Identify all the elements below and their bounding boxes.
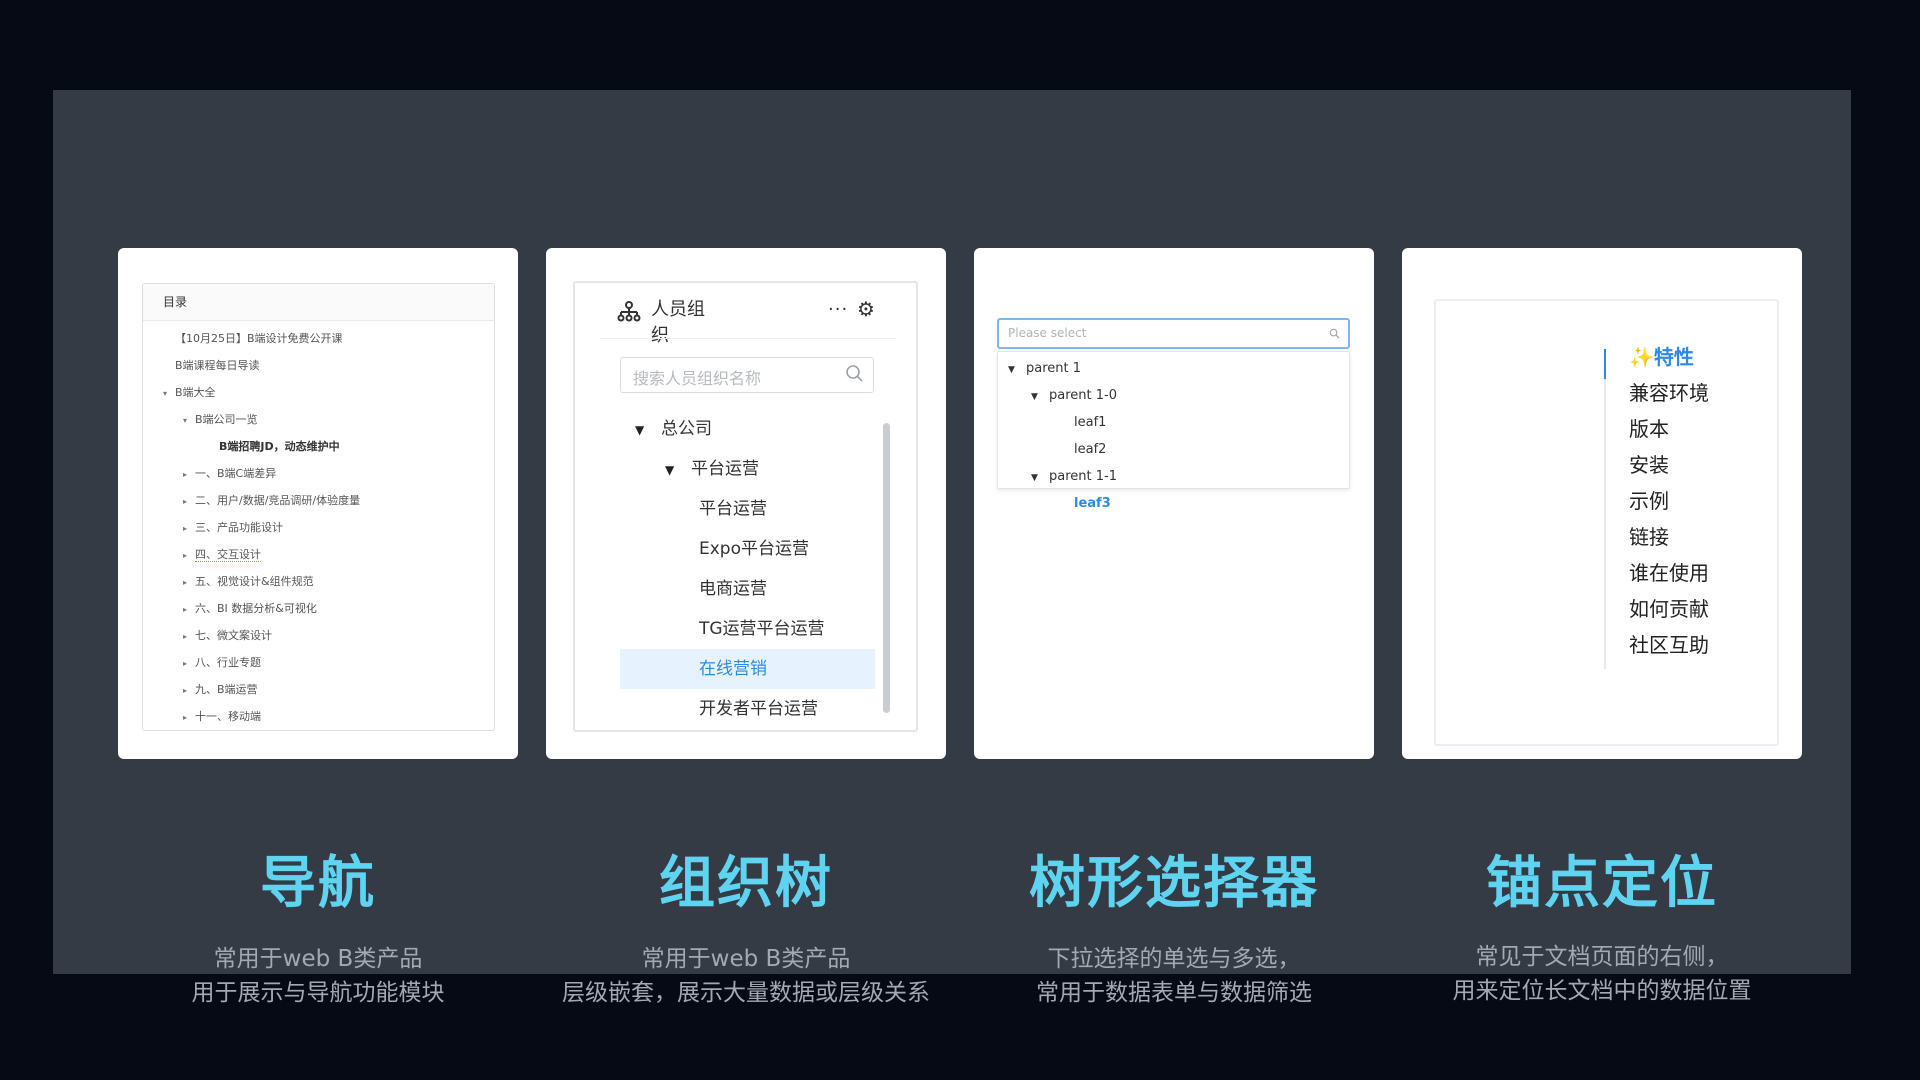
caret-right-icon[interactable]: ▸ xyxy=(183,493,195,511)
caret-right-icon[interactable]: ▸ xyxy=(183,466,195,484)
navigation-header: 目录 xyxy=(143,284,494,321)
caret-right-icon[interactable]: ▸ xyxy=(183,628,195,646)
nav-item[interactable]: 【10月25日】B端设计免费公开课 xyxy=(175,330,343,348)
org-tree-panel: 人员组织 ··· ⚙ 搜索人员组织名称 ▼ 总公司 ▼ 平台运营 平台运营 Expo… xyxy=(573,281,918,732)
nav-item[interactable]: ▸ 四、交互设计 xyxy=(183,546,261,564)
caption-line: 下拉选择的单选与多选， xyxy=(1047,946,1301,972)
anchor-link[interactable]: 安装 xyxy=(1629,451,1669,479)
caption-title: 导航 xyxy=(260,851,376,916)
nav-item[interactable]: ▸ 三、产品功能设计 xyxy=(183,519,283,537)
anchor-link[interactable]: 如何贡献 xyxy=(1629,595,1709,623)
caret-down-icon[interactable]: ▼ xyxy=(1008,359,1026,381)
caption-description: 常见于文档页面的右侧， 用来定位长文档中的数据位置 xyxy=(1402,940,1802,1008)
search-placeholder: 搜索人员组织名称 xyxy=(633,369,762,388)
caption-line: 常用于数据表单与数据筛选 xyxy=(1036,980,1312,1006)
tree-node[interactable]: leaf1 xyxy=(1074,412,1106,434)
anchor-link[interactable]: 示例 xyxy=(1629,487,1669,515)
navigation-tree: 目录 【10月25日】B端设计免费公开课 B端课程每日导读 ▾ B端大全 ▾ B端公… xyxy=(142,283,495,731)
nav-item[interactable]: ▸ 一、B端C端差异 xyxy=(183,465,276,483)
org-node[interactable]: TG运营平台运营 xyxy=(699,609,825,649)
org-node[interactable]: ▼ 总公司 xyxy=(635,409,712,449)
org-tree-title: 人员组织 xyxy=(651,299,705,346)
anchor-card: ✨特性 兼容环境 版本 安装 示例 链接 谁在使用 如何贡献 社区互助 xyxy=(1402,248,1802,759)
anchor-link[interactable]: 谁在使用 xyxy=(1629,559,1709,587)
org-node[interactable]: ▼ 平台运营 xyxy=(665,449,759,489)
anchor-link[interactable]: 链接 xyxy=(1629,523,1669,551)
org-node-selected[interactable]: 在线营销 xyxy=(699,649,767,689)
caption-description: 下拉选择的单选与多选， 常用于数据表单与数据筛选 xyxy=(974,942,1374,1010)
tree-node[interactable]: ▼ parent 1 xyxy=(1008,358,1081,380)
caption-line: 常用于web B类产品 xyxy=(641,946,851,972)
caret-down-icon[interactable]: ▼ xyxy=(1031,467,1049,489)
caret-down-icon[interactable]: ▼ xyxy=(635,410,661,450)
anchor-link[interactable]: 版本 xyxy=(1629,415,1669,443)
search-icon[interactable] xyxy=(845,364,865,384)
caret-right-icon[interactable]: ▸ xyxy=(183,520,195,538)
nav-item[interactable]: ▸ 七、微文案设计 xyxy=(183,627,272,645)
org-node[interactable]: Expo平台运营 xyxy=(699,529,809,569)
caption-description: 常用于web B类产品 层级嵌套，展示大量数据或层级关系 xyxy=(546,942,946,1010)
caption-title: 组织树 xyxy=(659,851,833,916)
caret-down-icon[interactable]: ▼ xyxy=(665,450,691,490)
anchor-link-active[interactable]: ✨特性 xyxy=(1629,343,1694,371)
tree-select-placeholder: Please select xyxy=(1008,326,1087,340)
nav-item[interactable]: ▸ 六、BI 数据分析&可视化 xyxy=(183,600,317,618)
caret-right-icon[interactable]: ▸ xyxy=(183,709,195,727)
caret-right-icon[interactable]: ▸ xyxy=(183,574,195,592)
divider xyxy=(600,338,896,339)
nav-item[interactable]: ▸ 五、视觉设计&组件规范 xyxy=(183,573,314,591)
caption-title: 锚点定位 xyxy=(1486,851,1718,916)
caret-right-icon[interactable]: ▸ xyxy=(183,655,195,673)
anchor-rail xyxy=(1604,349,1606,669)
search-icon xyxy=(1329,328,1340,339)
caret-right-icon[interactable]: ▸ xyxy=(183,601,195,619)
nav-item[interactable]: ▸ 八、行业专题 xyxy=(183,654,261,672)
org-tree-card: 人员组织 ··· ⚙ 搜索人员组织名称 ▼ 总公司 ▼ 平台运营 平台运营 Expo… xyxy=(546,248,946,759)
org-node[interactable]: 平台运营 xyxy=(699,489,767,529)
nav-item[interactable]: ▸ 十一、移动端 xyxy=(183,708,261,726)
nav-item[interactable]: ▾ B端大全 xyxy=(163,384,216,402)
tree-node[interactable]: ▼ parent 1-1 xyxy=(1031,466,1117,488)
nav-item-active[interactable]: B端招聘JD，动态维护中 xyxy=(219,438,340,456)
nav-item[interactable]: ▸ 九、B端运营 xyxy=(183,681,258,699)
caption-line: 常见于文档页面的右侧， xyxy=(1475,944,1729,970)
anchor-panel: ✨特性 兼容环境 版本 安装 示例 链接 谁在使用 如何贡献 社区互助 xyxy=(1434,299,1779,746)
caption-line: 用于展示与导航功能模块 xyxy=(191,980,445,1006)
org-node[interactable]: 电商运营 xyxy=(699,569,767,609)
caption-description: 常用于web B类产品 用于展示与导航功能模块 xyxy=(118,942,518,1010)
caption-title: 树形选择器 xyxy=(1029,851,1319,916)
tree-node[interactable]: leaf2 xyxy=(1074,439,1106,461)
tree-select-input[interactable]: Please select xyxy=(997,318,1350,349)
scrollbar-thumb[interactable] xyxy=(883,423,890,713)
org-node[interactable]: 开发者平台运营 xyxy=(699,689,818,729)
anchor-link[interactable]: 社区互助 xyxy=(1629,631,1709,659)
nav-item[interactable]: B端课程每日导读 xyxy=(175,357,260,375)
nav-item[interactable]: ▸ 二、用户/数据/竞品调研/体验度量 xyxy=(183,492,360,510)
caret-right-icon[interactable]: ▸ xyxy=(183,682,195,700)
tree-select-card: Please select ▼ parent 1 ▼ parent 1-0 leaf… xyxy=(974,248,1374,759)
tree-node[interactable]: ▼ parent 1-0 xyxy=(1031,385,1117,407)
more-icon[interactable]: ··· xyxy=(828,299,848,320)
caret-right-icon[interactable]: ▸ xyxy=(183,547,195,565)
tree-node-selected[interactable]: leaf3 xyxy=(1074,493,1111,515)
anchor-active-indicator xyxy=(1604,349,1606,379)
caret-down-icon[interactable]: ▼ xyxy=(1031,386,1049,408)
showcase-panel: 目录 【10月25日】B端设计免费公开课 B端课程每日导读 ▾ B端大全 ▾ B端公… xyxy=(53,90,1851,1006)
anchor-link[interactable]: 兼容环境 xyxy=(1629,379,1709,407)
navigation-card: 目录 【10月25日】B端设计免费公开课 B端课程每日导读 ▾ B端大全 ▾ B端公… xyxy=(118,248,518,759)
tree-select-dropdown: ▼ parent 1 ▼ parent 1-0 leaf1 leaf2 ▼ paren… xyxy=(997,351,1350,511)
caret-down-icon[interactable]: ▾ xyxy=(163,385,175,403)
gear-icon[interactable]: ⚙ xyxy=(857,297,875,321)
nav-item[interactable]: ▾ B端公司一览 xyxy=(183,411,258,429)
org-search-input[interactable]: 搜索人员组织名称 xyxy=(620,357,874,393)
caret-down-icon[interactable]: ▾ xyxy=(183,412,195,430)
caption-line: 常用于web B类产品 xyxy=(213,946,423,972)
org-chart-icon xyxy=(617,301,641,322)
caption-line: 层级嵌套，展示大量数据或层级关系 xyxy=(562,980,930,1006)
caption-line: 用来定位长文档中的数据位置 xyxy=(1452,978,1752,1004)
